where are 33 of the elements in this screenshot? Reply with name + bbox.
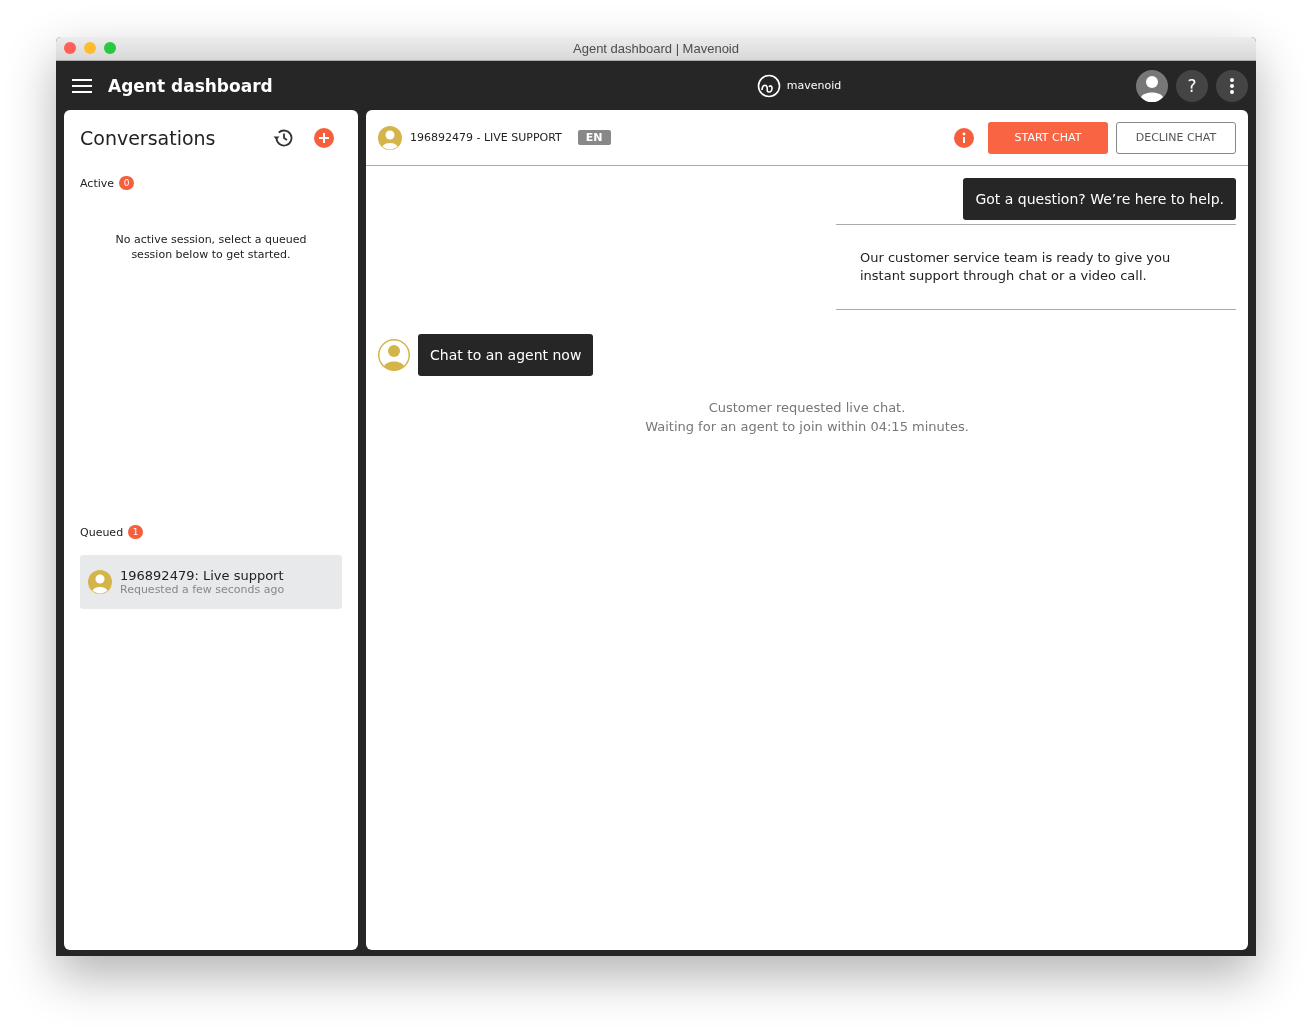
app-title: Agent dashboard (108, 75, 273, 96)
system-message: Customer requested live chat. (708, 400, 906, 415)
close-button[interactable] (64, 42, 76, 54)
user-avatar-icon (378, 339, 410, 371)
add-icon[interactable] (314, 128, 334, 148)
user-message: Chat to an agent now (418, 334, 594, 376)
decline-chat-button[interactable]: DECLINE CHAT (1116, 121, 1236, 154)
section-label: Active (80, 176, 115, 190)
user-avatar-icon (378, 125, 402, 150)
user-avatar-icon[interactable] (1136, 69, 1168, 102)
history-icon[interactable] (272, 127, 294, 149)
user-avatar-icon (88, 570, 112, 594)
window-title: Agent dashboard | Mavenoid (573, 41, 739, 56)
panel-title: Conversations (80, 127, 216, 149)
language-badge: EN (577, 130, 611, 145)
count-badge: 0 (119, 176, 135, 190)
section-label: Queued (80, 525, 124, 539)
zoom-button[interactable] (104, 42, 116, 54)
help-button[interactable]: ? (1176, 69, 1208, 102)
logo-icon (756, 73, 781, 98)
more-options-icon[interactable] (1216, 69, 1248, 102)
conversation-time: Requested a few seconds ago (120, 583, 285, 596)
empty-state-text: No active session, select a queued session below to get started. (114, 232, 308, 262)
chat-title: 196892479 - LIVE SUPPORT (410, 131, 562, 144)
system-message: Waiting for an agent to join within 04:15 minutes. (645, 419, 969, 434)
info-icon[interactable] (954, 127, 974, 148)
logo-text: mavenoid (786, 79, 842, 92)
conversation-title: 196892479: Live support (120, 568, 285, 583)
bot-message: Got a question? We’re here to help. (963, 178, 1236, 220)
count-badge: 1 (128, 525, 144, 539)
menu-icon[interactable] (72, 77, 92, 94)
queued-conversation-item[interactable]: 196892479: Live support Requested a few seconds ago (80, 555, 342, 609)
info-card: Our customer service team is ready to give you instant support through chat or a video call. (836, 224, 1236, 310)
